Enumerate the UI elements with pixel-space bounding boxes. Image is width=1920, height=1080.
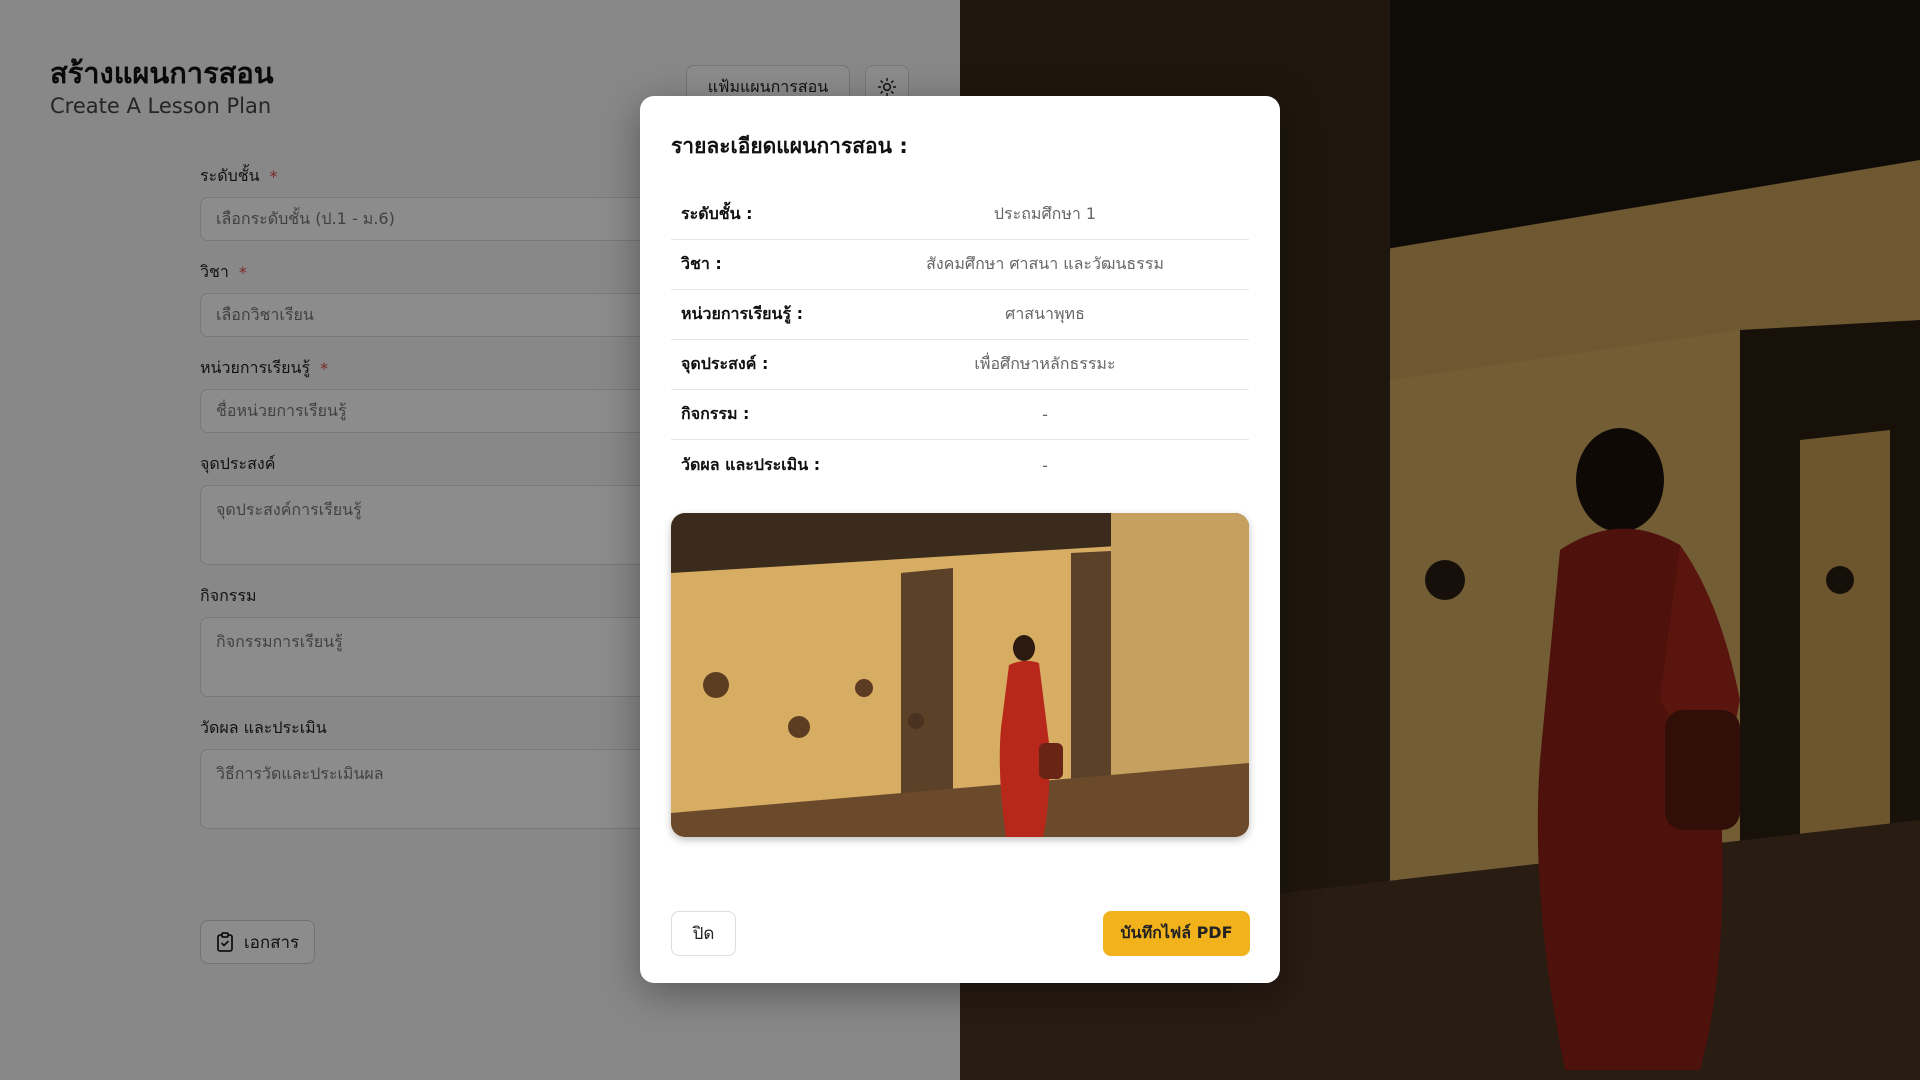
detail-row: หน่วยการเรียนรู้ : ศาสนาพุทธ	[671, 290, 1249, 340]
detail-value: เพื่อศึกษาหลักธรรมะ	[974, 354, 1116, 373]
modal-title: รายละเอียดแผนการสอน :	[671, 134, 908, 158]
detail-row: วัดผล และประเมิน : -	[671, 440, 1249, 490]
detail-key: จุดประสงค์ :	[681, 354, 769, 373]
close-button[interactable]: ปิด	[671, 911, 736, 956]
detail-row: จุดประสงค์ : เพื่อศึกษาหลักธรรมะ	[671, 340, 1249, 390]
lesson-photo	[671, 513, 1249, 837]
detail-value: -	[1042, 405, 1048, 424]
detail-key: กิจกรรม :	[681, 404, 750, 423]
detail-row: วิชา : สังคมศึกษา ศาสนา และวัฒนธรรม	[671, 240, 1249, 290]
detail-value: -	[1042, 455, 1048, 475]
save-pdf-button[interactable]: บันทึกไฟล์ PDF	[1103, 911, 1250, 956]
detail-key: วัดผล และประเมิน :	[681, 454, 821, 474]
detail-key: วิชา :	[681, 254, 722, 273]
detail-table: ระดับชั้น : ประถมศึกษา 1 วิชา : สังคมศึก…	[671, 190, 1249, 490]
lesson-plan-detail-modal: รายละเอียดแผนการสอน : ระดับชั้น : ประถมศ…	[640, 96, 1280, 983]
detail-key: หน่วยการเรียนรู้ :	[681, 304, 804, 323]
detail-key: ระดับชั้น :	[681, 204, 753, 223]
detail-value: ประถมศึกษา 1	[993, 204, 1097, 223]
detail-value: ศาสนาพุทธ	[1005, 304, 1085, 323]
detail-row: กิจกรรม : -	[671, 390, 1249, 440]
detail-row: ระดับชั้น : ประถมศึกษา 1	[671, 190, 1249, 240]
detail-value: สังคมศึกษา ศาสนา และวัฒนธรรม	[926, 254, 1164, 273]
